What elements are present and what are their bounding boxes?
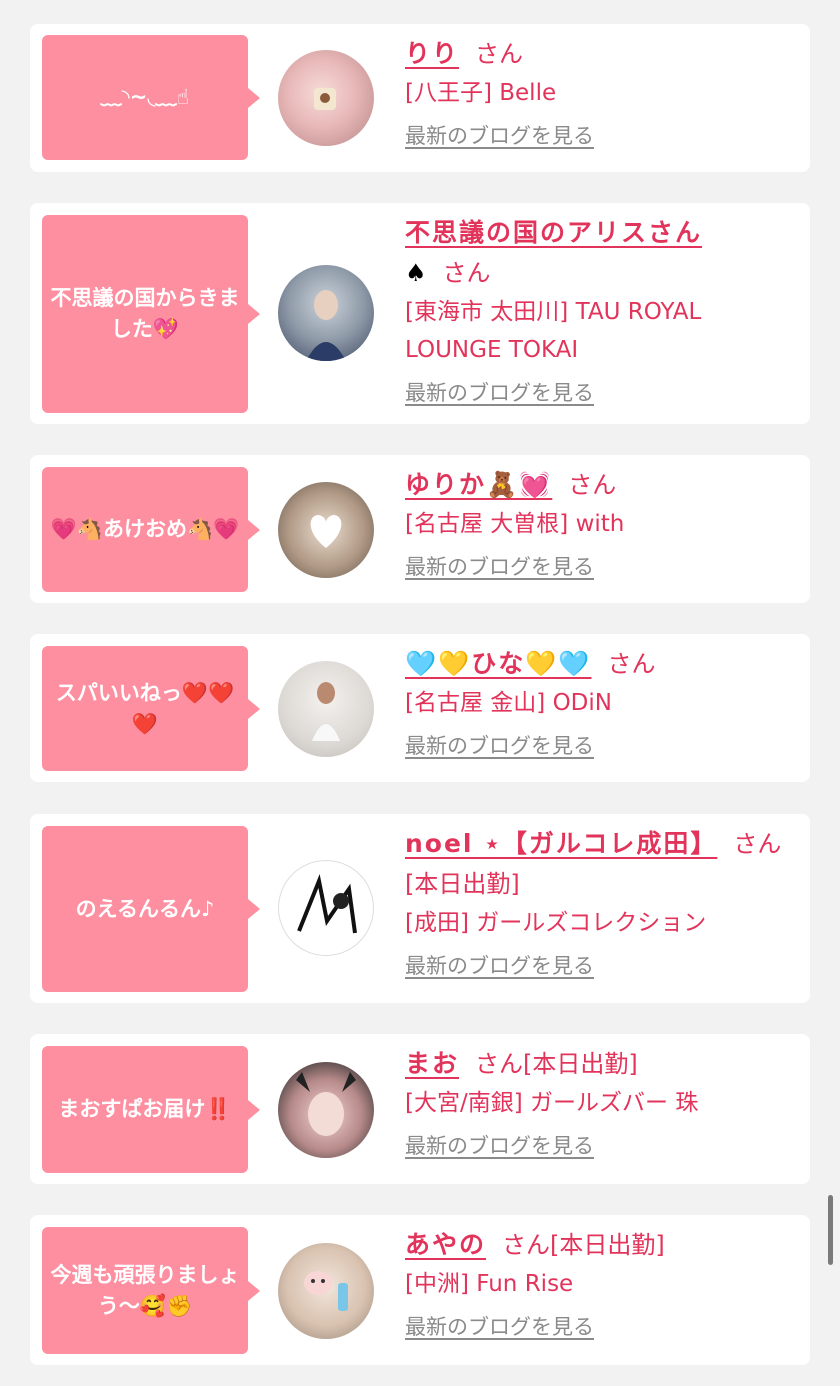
- name-suffix: さん: [607, 650, 656, 678]
- entry-info: あやの さん[本日出勤] [中洲] Fun Rise 最新のブログを見る: [405, 1225, 795, 1341]
- latest-blog-link[interactable]: 最新のブログを見る: [405, 730, 594, 760]
- message-bubble: スパいいねっ❤️❤️❤️: [42, 646, 260, 771]
- user-name-link[interactable]: noel ⋆【ガルコレ成田】: [405, 829, 717, 858]
- avatar[interactable]: [278, 1062, 374, 1158]
- avatar[interactable]: [278, 265, 374, 361]
- user-name-link[interactable]: あやの: [405, 1230, 486, 1259]
- message-bubble: まおすぱお届け‼️: [42, 1046, 260, 1173]
- shop-label: [名古屋 金山] ODiN: [405, 690, 612, 716]
- latest-blog-link[interactable]: 最新のブログを見る: [405, 551, 594, 581]
- list-item[interactable]: 不思議の国からきました💖 不思議の国のアリスさん ♠ さん [東海市 太田川] T…: [30, 203, 810, 424]
- message-text: 💗🐴あけおめ🐴💗: [50, 517, 240, 541]
- name-suffix: さん[本日出勤]: [475, 1050, 638, 1078]
- user-name-link[interactable]: 不思議の国のアリスさん: [405, 218, 702, 247]
- message-bubble: 💗🐴あけおめ🐴💗: [42, 467, 260, 592]
- message-text: 不思議の国からきました💖: [50, 286, 240, 341]
- latest-blog-link[interactable]: 最新のブログを見る: [405, 1130, 594, 1160]
- list-item[interactable]: まおすぱお届け‼️ まお さん[本日出勤] [大宮/南銀] ガールズバー 珠 最新…: [30, 1034, 810, 1184]
- entry-info: まお さん[本日出勤] [大宮/南銀] ガールズバー 珠 最新のブログを見る: [405, 1044, 795, 1160]
- message-text: スパいいねっ❤️❤️❤️: [55, 680, 235, 736]
- name-suffix: さん: [442, 259, 491, 287]
- message-bubble: のえるんるん♪: [42, 826, 260, 992]
- name-suffix: さん[本日出勤]: [502, 1231, 665, 1259]
- avatar[interactable]: [278, 50, 374, 146]
- latest-blog-link[interactable]: 最新のブログを見る: [405, 120, 594, 150]
- message-bubble: 不思議の国からきました💖: [42, 215, 260, 413]
- message-text: まおすぱお届け‼️: [58, 1097, 232, 1121]
- entry-info: 🩵💛ひな💛🩵 さん [名古屋 金山] ODiN 最新のブログを見る: [405, 644, 795, 760]
- latest-blog-link[interactable]: 最新のブログを見る: [405, 1311, 594, 1341]
- user-name-link[interactable]: ゆりか🧸💓: [405, 470, 552, 499]
- name-suffix: さん: [568, 471, 617, 499]
- list-item[interactable]: 今週も頑張りましょう〜🥰✊ あやの さん[本日出勤] [中洲] Fun Rise …: [30, 1215, 810, 1365]
- message-text: ﹏◝~◟﹏☝: [100, 85, 190, 109]
- avatar[interactable]: [278, 860, 374, 956]
- shop-label: [大宮/南銀] ガールズバー 珠: [405, 1090, 699, 1116]
- latest-blog-link[interactable]: 最新のブログを見る: [405, 377, 594, 407]
- avatar[interactable]: [278, 1243, 374, 1339]
- latest-blog-link[interactable]: 最新のブログを見る: [405, 950, 594, 980]
- entry-info: りり さん [八王子] Belle 最新のブログを見る: [405, 34, 795, 150]
- shop-label: [成田] ガールズコレクション: [405, 910, 707, 936]
- shop-label: [中洲] Fun Rise: [405, 1271, 574, 1297]
- user-name-link[interactable]: 🩵💛ひな💛🩵: [405, 649, 592, 678]
- user-name-link[interactable]: りり: [405, 39, 459, 68]
- shop-label: [東海市 太田川] TAU ROYAL LOUNGE TOKAI: [405, 299, 702, 363]
- name-extra: ♠: [405, 259, 427, 287]
- message-bubble: ﹏◝~◟﹏☝: [42, 35, 260, 160]
- shop-label: [名古屋 大曽根] with: [405, 511, 625, 537]
- entry-info: 不思議の国のアリスさん ♠ さん [東海市 太田川] TAU ROYAL LOUN…: [405, 213, 795, 407]
- shop-label: [八王子] Belle: [405, 80, 557, 106]
- list-item[interactable]: 💗🐴あけおめ🐴💗 ゆりか🧸💓 さん [名古屋 大曽根] with 最新のブログを見…: [30, 455, 810, 603]
- entry-info: ゆりか🧸💓 さん [名古屋 大曽根] with 最新のブログを見る: [405, 465, 795, 581]
- avatar[interactable]: [278, 482, 374, 578]
- scrollbar[interactable]: [828, 1195, 833, 1265]
- list-item[interactable]: のえるんるん♪ noel ⋆【ガルコレ成田】 さん[本日出勤] [成田] ガールズ…: [30, 814, 810, 1003]
- name-suffix: さん: [475, 40, 524, 68]
- avatar[interactable]: [278, 661, 374, 757]
- list-item[interactable]: ﹏◝~◟﹏☝ りり さん [八王子] Belle 最新のブログを見る: [30, 24, 810, 172]
- user-name-link[interactable]: まお: [405, 1049, 459, 1078]
- list-item[interactable]: スパいいねっ❤️❤️❤️ 🩵💛ひな💛🩵 さん [名古屋 金山] ODiN 最新のブ…: [30, 634, 810, 782]
- message-text: 今週も頑張りましょう〜🥰✊: [50, 1262, 240, 1318]
- message-text: のえるんるん♪: [75, 896, 215, 921]
- message-bubble: 今週も頑張りましょう〜🥰✊: [42, 1227, 260, 1354]
- entry-info: noel ⋆【ガルコレ成田】 さん[本日出勤] [成田] ガールズコレクション 最…: [405, 824, 795, 980]
